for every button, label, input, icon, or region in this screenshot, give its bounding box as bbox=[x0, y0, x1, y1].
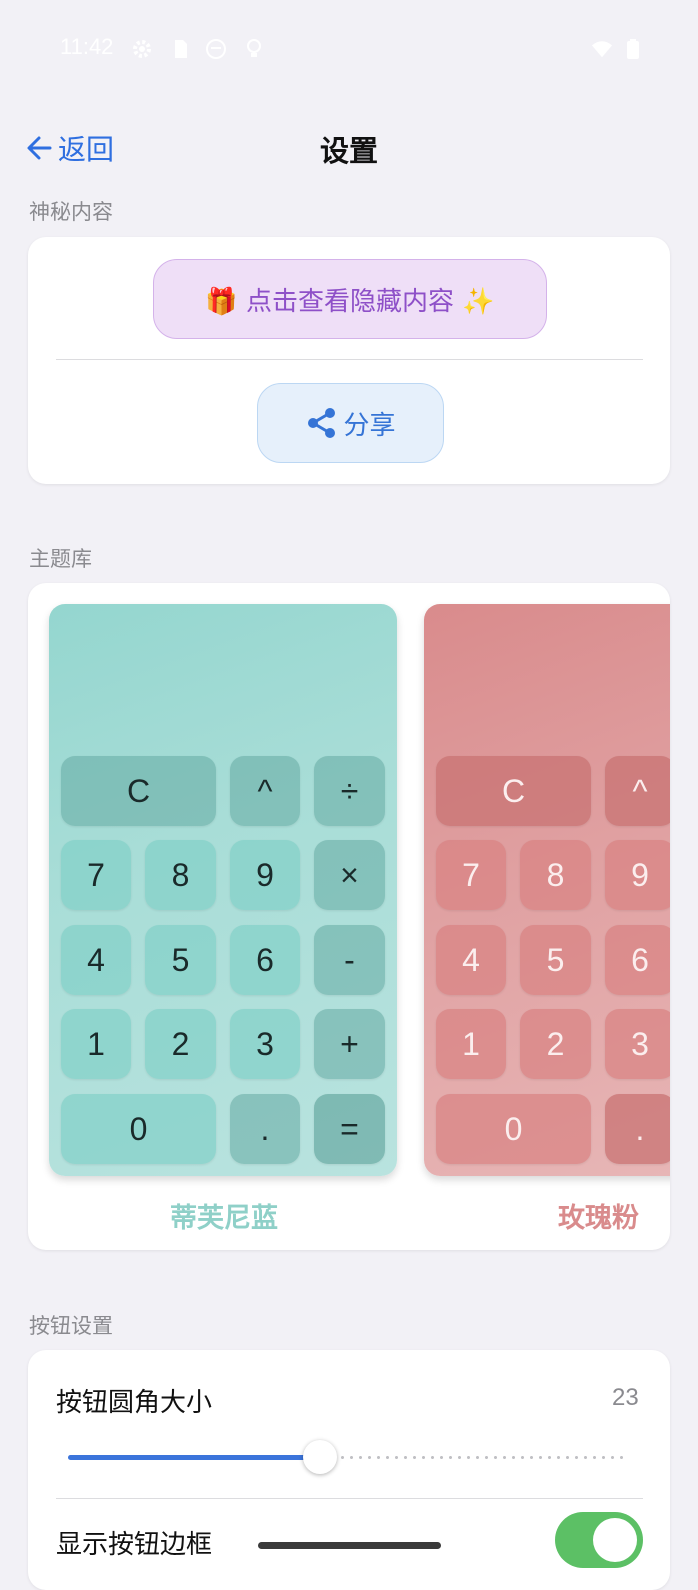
key-multiply: × bbox=[314, 840, 385, 910]
key-5: 5 bbox=[520, 925, 591, 995]
key-0: 0 bbox=[61, 1094, 216, 1164]
key-6: 6 bbox=[230, 925, 300, 995]
section-label-themes: 主题库 bbox=[29, 547, 92, 571]
key-divide: ÷ bbox=[314, 756, 385, 826]
key-4: 4 bbox=[436, 925, 506, 995]
key-7: 7 bbox=[436, 840, 506, 910]
share-icon bbox=[308, 408, 336, 438]
key-add: + bbox=[314, 1009, 385, 1079]
wifi-icon bbox=[591, 38, 613, 60]
home-indicator[interactable] bbox=[258, 1542, 441, 1549]
key-0: 0 bbox=[436, 1094, 591, 1164]
key-2: 2 bbox=[520, 1009, 591, 1079]
key-3: 3 bbox=[230, 1009, 300, 1079]
app-notification-icon bbox=[205, 38, 227, 60]
key-3: 3 bbox=[605, 1009, 670, 1079]
key-6: 6 bbox=[605, 925, 670, 995]
key-4: 4 bbox=[61, 925, 131, 995]
lightbulb-icon bbox=[243, 38, 265, 60]
key-8: 8 bbox=[520, 840, 591, 910]
show-border-toggle[interactable] bbox=[555, 1512, 643, 1568]
slider-track-inactive[interactable] bbox=[320, 1456, 629, 1459]
theme-preview-tiffany-blue[interactable]: C ^ ÷ 7 8 9 × 4 5 6 - 1 2 3 + 0 . = bbox=[49, 604, 397, 1176]
divider bbox=[56, 1498, 643, 1499]
corner-radius-value: 23 bbox=[612, 1384, 639, 1411]
theme-name-rose-pink: 玫瑰粉 bbox=[558, 1203, 639, 1234]
key-equals: = bbox=[314, 1094, 385, 1164]
divider bbox=[56, 359, 643, 360]
key-power: ^ bbox=[230, 756, 300, 826]
key-power: ^ bbox=[605, 756, 670, 826]
key-1: 1 bbox=[436, 1009, 506, 1079]
toggle-knob bbox=[593, 1518, 637, 1562]
sim-card-icon bbox=[170, 38, 192, 60]
reveal-hidden-content-button[interactable]: 🎁 点击查看隐藏内容 ✨ bbox=[153, 259, 547, 339]
theme-preview-rose-pink[interactable]: C ^ 7 8 9 4 5 6 1 2 3 0 . bbox=[424, 604, 670, 1176]
key-subtract: - bbox=[314, 925, 385, 995]
slider-track-active[interactable] bbox=[68, 1455, 320, 1460]
settings-gear-icon bbox=[131, 38, 153, 60]
key-9: 9 bbox=[230, 840, 300, 910]
reveal-label: 🎁 点击查看隐藏内容 ✨ bbox=[205, 286, 495, 317]
key-5: 5 bbox=[145, 925, 216, 995]
section-label-mystery: 神秘内容 bbox=[29, 200, 113, 224]
corner-radius-label: 按钮圆角大小 bbox=[56, 1388, 213, 1418]
corner-radius-slider-thumb[interactable] bbox=[303, 1440, 337, 1474]
share-label: 分享 bbox=[343, 410, 396, 441]
key-7: 7 bbox=[61, 840, 131, 910]
show-border-label: 显示按钮边框 bbox=[56, 1530, 213, 1560]
section-label-button-settings: 按钮设置 bbox=[29, 1314, 113, 1338]
key-1: 1 bbox=[61, 1009, 131, 1079]
key-9: 9 bbox=[605, 840, 670, 910]
share-button[interactable]: 分享 bbox=[257, 383, 444, 463]
battery-icon bbox=[622, 38, 644, 60]
key-clear: C bbox=[61, 756, 216, 826]
key-dot: . bbox=[605, 1094, 670, 1164]
page-title: 设置 bbox=[319, 134, 378, 168]
theme-name-tiffany-blue: 蒂芙尼蓝 bbox=[170, 1203, 278, 1234]
key-8: 8 bbox=[145, 840, 216, 910]
key-clear: C bbox=[436, 756, 591, 826]
status-time: 11:42 bbox=[60, 34, 114, 59]
key-2: 2 bbox=[145, 1009, 216, 1079]
theme-carousel[interactable]: C ^ ÷ 7 8 9 × 4 5 6 - 1 2 3 + 0 . = 蒂芙尼蓝… bbox=[28, 583, 670, 1250]
key-dot: . bbox=[230, 1094, 300, 1164]
